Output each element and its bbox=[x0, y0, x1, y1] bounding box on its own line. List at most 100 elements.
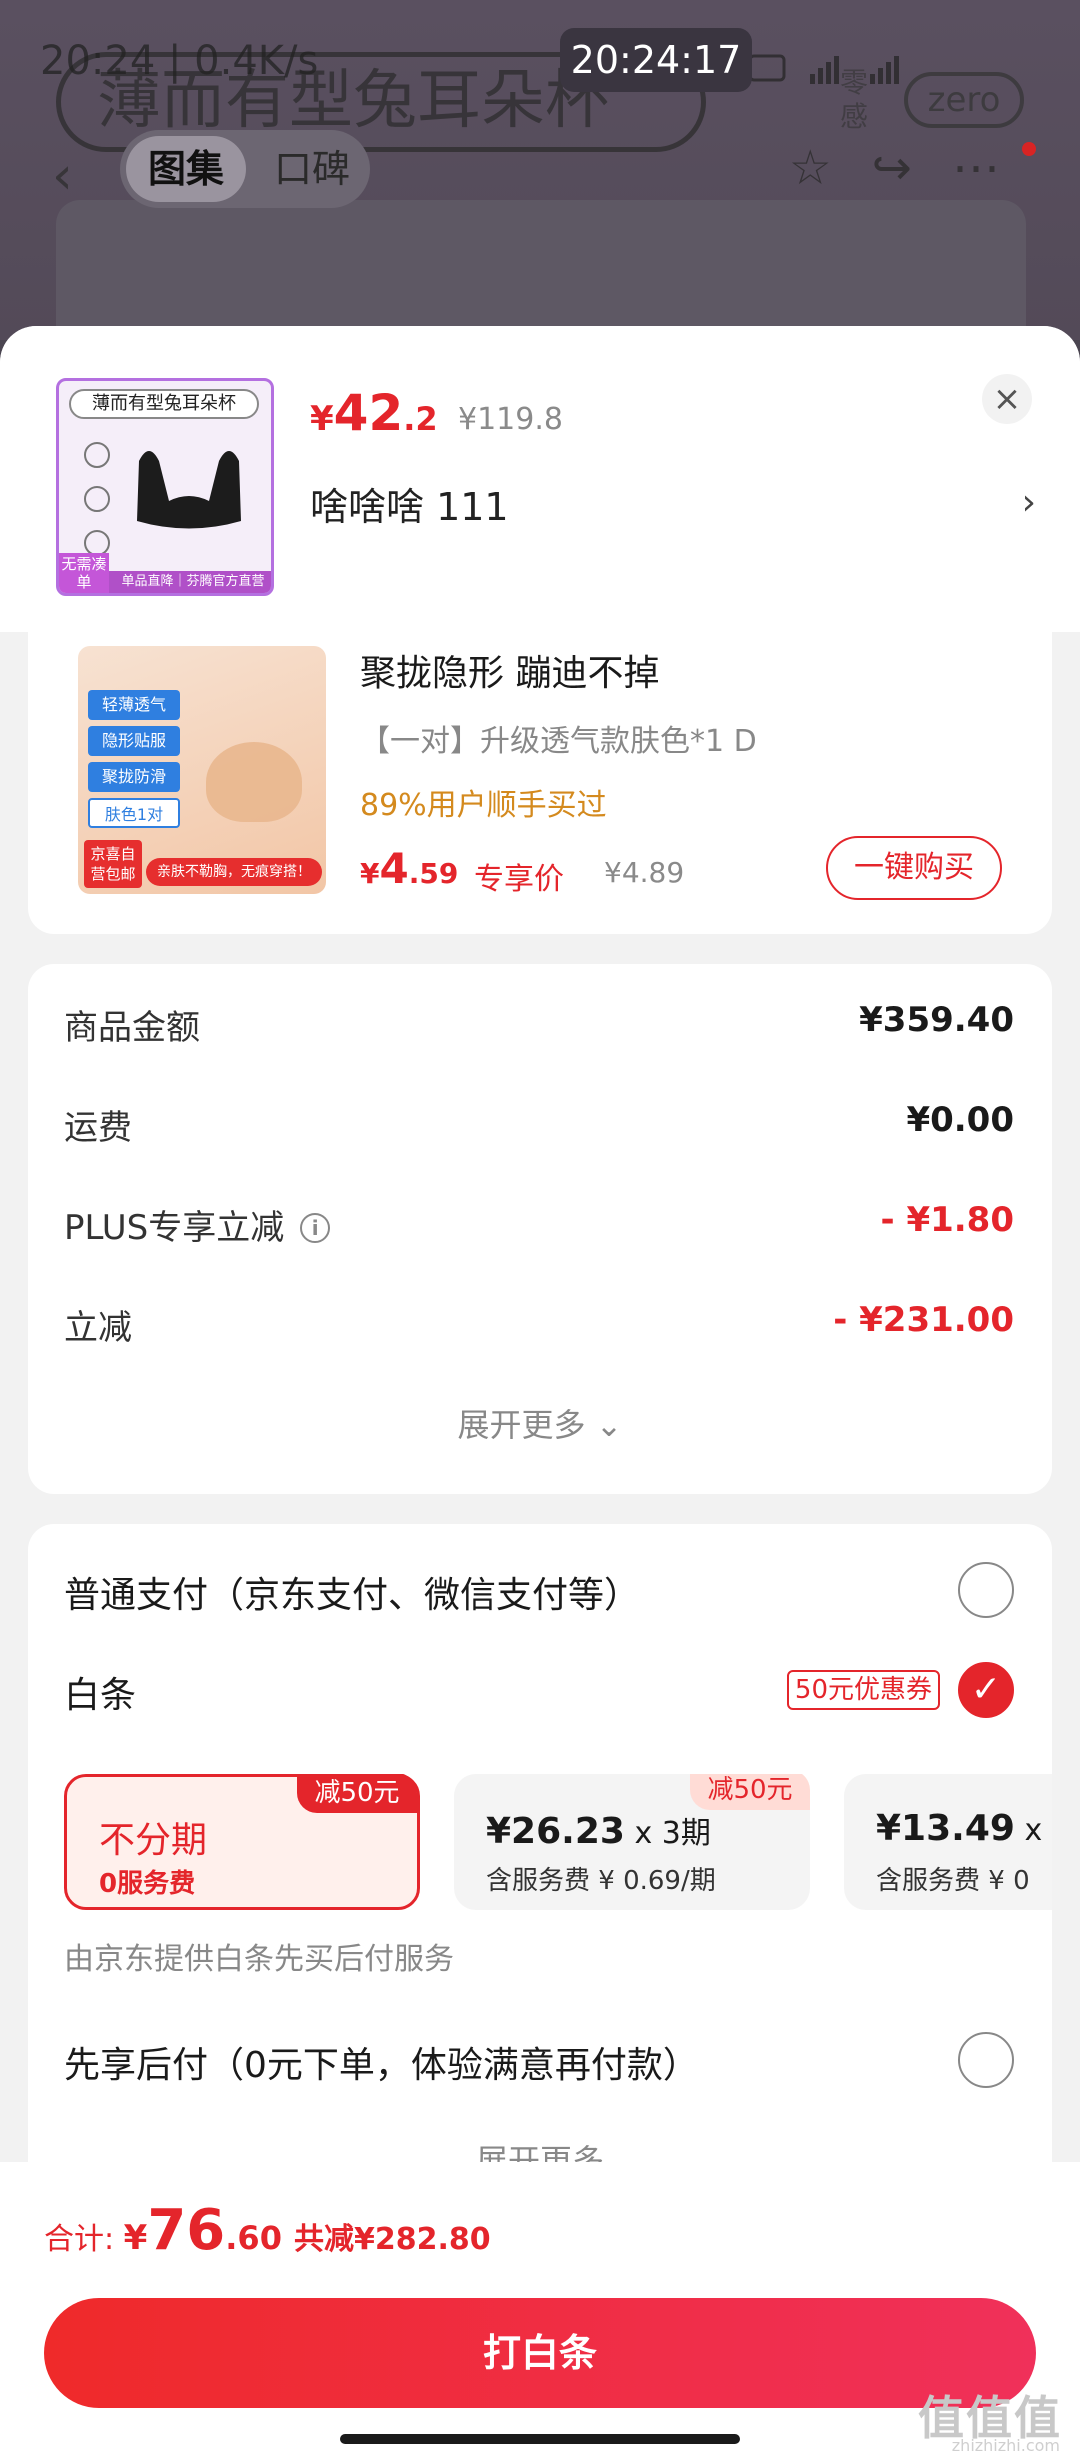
one-click-buy-button[interactable]: 一键购买 bbox=[826, 836, 1002, 900]
recommend-title: 聚拢隐形 蹦迪不掉 bbox=[360, 653, 660, 694]
sku-selector[interactable]: 啥啥啥 111 bbox=[310, 476, 509, 531]
plan-sub: 含服务费 ¥ 0.69/期 bbox=[486, 1866, 716, 1896]
image-tag: 肤色1对 bbox=[88, 798, 180, 828]
plan-sub: 含服务费 ¥ 0 bbox=[876, 1866, 1030, 1896]
watermark-url: zhizhizhi.com bbox=[951, 2436, 1060, 2455]
info-icon[interactable]: i bbox=[300, 1213, 331, 1243]
radio-unchecked[interactable] bbox=[958, 2032, 1014, 2088]
plan-term: x bbox=[1014, 1813, 1043, 1848]
payment-option-later[interactable]: 先享后付（0元下单，体验满意再付款） bbox=[64, 2032, 1044, 2096]
plan-sub: 0服务费 bbox=[99, 1869, 196, 1899]
original-price: ¥119.8 bbox=[458, 402, 563, 437]
order-total: 合计: ¥76.60 共减¥282.80 bbox=[44, 2198, 491, 2263]
plan-amount: ¥26.23 bbox=[486, 1811, 625, 1852]
summary-label: 商品金额 bbox=[64, 1008, 200, 1048]
plan-main: ¥13.49 x bbox=[876, 1808, 1042, 1849]
summary-label: 立减 bbox=[64, 1308, 132, 1348]
checkout-sheet: 薄而有型兔耳朵杯 无需凑单 单品直降｜芬腾官方直营 ¥42.2 ¥119.8 啥… bbox=[0, 326, 1080, 2460]
plan-tag: 减50元 bbox=[297, 1774, 417, 1813]
payment-option-normal[interactable]: 普通支付（京东支付、微信支付等） bbox=[64, 1562, 1044, 1626]
price-dec: .59 bbox=[408, 857, 459, 890]
bra-image bbox=[137, 451, 241, 529]
price-symbol: ¥ bbox=[310, 399, 334, 439]
tab-reviews[interactable]: 口碑 bbox=[260, 136, 364, 202]
thumb-title: 薄而有型兔耳朵杯 bbox=[69, 389, 259, 419]
total-symbol: ¥ bbox=[123, 2218, 148, 2258]
price-summary-card: 商品金额 ¥359.40 运费 ¥0.00 PLUS专享立减 i - ¥1.80 … bbox=[28, 964, 1052, 1494]
thumb-footer: 单品直降｜芬腾官方直营 bbox=[109, 571, 271, 593]
product-price: ¥42.2 bbox=[310, 384, 438, 442]
background-tabs: 图集 口碑 bbox=[120, 130, 370, 208]
plan-tag: 减50元 bbox=[690, 1774, 810, 1810]
price-int: 4 bbox=[379, 844, 409, 893]
recommend-image: 轻薄透气 隐形贴服 聚拢防滑 肤色1对 京喜自营包邮 亲肤不勒胸，无痕穿搭！ bbox=[78, 646, 326, 894]
plan-no-installment[interactable]: 减50元 不分期 0服务费 bbox=[64, 1774, 420, 1910]
close-icon: × bbox=[992, 379, 1022, 419]
recommend-hot: 89%用户顺手买过 bbox=[360, 788, 607, 823]
summary-row-goods: 商品金额 ¥359.40 bbox=[64, 1000, 1014, 1060]
chevron-right-icon[interactable]: › bbox=[1022, 482, 1036, 523]
summary-value: ¥0.00 bbox=[906, 1100, 1014, 1140]
provider-note: 由京东提供白条先买后付服务 bbox=[64, 1942, 454, 1977]
total-label: 合计: bbox=[44, 2222, 124, 2257]
signal-icon bbox=[750, 54, 899, 84]
close-button[interactable]: × bbox=[982, 374, 1032, 424]
plan-main: ¥26.23 x 3期 bbox=[486, 1808, 711, 1852]
image-badge: 京喜自营包邮 bbox=[84, 840, 142, 888]
status-bar-left: 20:24 | 0.4K/s bbox=[40, 38, 319, 84]
sheet-scroll-area[interactable]: 轻薄透气 隐形贴服 聚拢防滑 肤色1对 京喜自营包邮 亲肤不勒胸，无痕穿搭！ 聚… bbox=[0, 632, 1080, 2162]
pay-baitiao-button[interactable]: 打白条 bbox=[44, 2298, 1036, 2408]
background-action-icons: ☆↪⋯ bbox=[788, 140, 1040, 196]
recommend-price: ¥4.59 bbox=[360, 844, 458, 893]
image-tag: 聚拢防滑 bbox=[88, 762, 180, 792]
clock-overlay: 20:24:17 bbox=[560, 28, 752, 92]
expand-more-button[interactable]: 展开更多 ⌄ bbox=[28, 1400, 1052, 1446]
payment-option-label: 先享后付（0元下单，体验满意再付款） bbox=[64, 2045, 699, 2086]
summary-row-plus: PLUS专享立减 i - ¥1.80 bbox=[64, 1200, 1014, 1260]
background-image bbox=[56, 200, 1026, 340]
plan-main: 不分期 bbox=[99, 1820, 208, 1861]
installment-plans[interactable]: 减50元 不分期 0服务费 减50元 ¥26.23 x 3期 含服务费 ¥ 0.… bbox=[64, 1774, 1052, 1914]
total-int: 76 bbox=[147, 2198, 226, 2263]
recommend-card: 轻薄透气 隐形贴服 聚拢防滑 肤色1对 京喜自营包邮 亲肤不勒胸，无痕穿搭！ 聚… bbox=[28, 632, 1052, 934]
summary-label: 运费 bbox=[64, 1108, 132, 1148]
bottom-bar: 合计: ¥76.60 共减¥282.80 打白条 值值值 zhizhizhi.co… bbox=[0, 2162, 1080, 2460]
checkmark-icon[interactable]: ✓ bbox=[958, 1662, 1014, 1718]
product-pad-shape bbox=[206, 742, 302, 822]
summary-label: PLUS专享立减 i bbox=[64, 1200, 331, 1249]
price-dec: .2 bbox=[403, 400, 438, 438]
plan-6-periods[interactable]: ¥13.49 x 含服务费 ¥ 0 bbox=[844, 1774, 1052, 1910]
payment-card: 普通支付（京东支付、微信支付等） 白条 50元优惠券 ✓ 减50元 不分期 0服… bbox=[28, 1524, 1052, 2162]
summary-row-shipping: 运费 ¥0.00 bbox=[64, 1100, 1014, 1160]
total-dec: .60 bbox=[225, 2219, 282, 2257]
payment-option-label: 普通支付（京东支付、微信支付等） bbox=[64, 1575, 641, 1616]
image-tag: 隐形贴服 bbox=[88, 726, 180, 756]
feature-icons bbox=[84, 442, 110, 556]
back-icon[interactable]: ‹ bbox=[52, 146, 73, 206]
plan-term: x 3期 bbox=[624, 1816, 711, 1851]
home-indicator[interactable] bbox=[340, 2434, 740, 2444]
summary-row-discount: 立减 - ¥231.00 bbox=[64, 1300, 1014, 1360]
background-product-page: 薄而有型兔耳朵杯 20:24 | 0.4K/s 零感 zero 20:24:17… bbox=[0, 0, 1080, 340]
summary-value: - ¥1.80 bbox=[880, 1200, 1015, 1240]
radio-unchecked[interactable] bbox=[958, 1562, 1014, 1618]
recommend-spec: 【一对】升级透气款肤色*1 D bbox=[360, 724, 757, 759]
total-discount: 共减¥282.80 bbox=[293, 2222, 491, 2257]
plan-amount: ¥13.49 bbox=[876, 1808, 1015, 1849]
payment-option-label: 白条 bbox=[64, 1675, 137, 1716]
payment-option-baitiao[interactable]: 白条 50元优惠券 ✓ bbox=[64, 1662, 1044, 1726]
plan-3-periods[interactable]: 减50元 ¥26.23 x 3期 含服务费 ¥ 0.69/期 bbox=[454, 1774, 810, 1910]
sheet-header: 薄而有型兔耳朵杯 无需凑单 单品直降｜芬腾官方直营 ¥42.2 ¥119.8 啥… bbox=[0, 326, 1080, 632]
summary-label-text: PLUS专享立减 bbox=[64, 1208, 285, 1248]
tab-gallery[interactable]: 图集 bbox=[126, 136, 246, 202]
price-symbol: ¥ bbox=[360, 857, 380, 890]
recommend-old-price: ¥4.89 bbox=[604, 856, 685, 889]
payment-expand-more[interactable]: 展开更多 bbox=[28, 2136, 1052, 2162]
image-slogan: 亲肤不勒胸，无痕穿搭！ bbox=[146, 858, 322, 886]
exclusive-label: 专享价 bbox=[474, 862, 564, 897]
thumb-badge: 无需凑单 bbox=[59, 553, 109, 593]
price-int: 42 bbox=[333, 384, 404, 442]
notification-dot bbox=[1022, 142, 1036, 156]
summary-value: - ¥231.00 bbox=[833, 1300, 1014, 1340]
coupon-badge[interactable]: 50元优惠券 bbox=[786, 1670, 940, 1710]
